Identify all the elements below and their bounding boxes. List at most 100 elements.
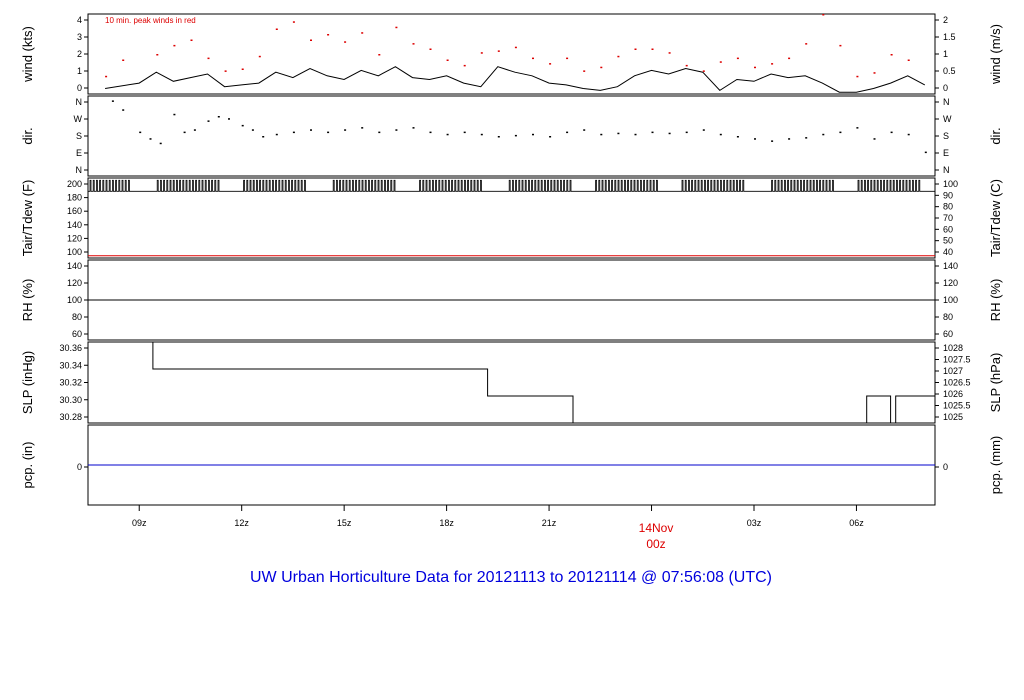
wind-annotation: 10 min. peak winds in red <box>105 16 196 25</box>
rh-left-tick-label: 140 <box>67 261 82 271</box>
slp-right-tick-label: 1026 <box>943 389 963 399</box>
temp-left-tick-label: 100 <box>67 247 82 257</box>
wind-series-0-line <box>105 66 926 93</box>
wind-panel: 0 1 2 3 4 0 0.5 1 1.5 2 wind (kts) wind (m/s) 10 min… <box>20 13 1003 95</box>
wind-series-1-point <box>856 75 859 78</box>
dir-series-0-point <box>241 124 244 127</box>
wind-series-1-point <box>566 57 569 60</box>
wind-right-axis-label: wind (m/s) <box>988 24 1003 85</box>
wind-frame <box>87 13 936 95</box>
dir-series-0-point <box>873 138 876 140</box>
rh-right-tick-label: 60 <box>943 329 953 339</box>
rh-right-tick-label: 80 <box>943 312 953 322</box>
dir-right-axis-label: dir. <box>988 127 1003 144</box>
wind-left-tick-label: 1 <box>77 66 82 76</box>
slp-frame <box>87 341 936 424</box>
temp-left-axis-label: Tair/Tdew (F) <box>20 180 35 257</box>
slp-right-tick-label: 1027.5 <box>943 355 971 365</box>
dir-series-0-point <box>463 131 466 134</box>
dir-series-0-point <box>805 137 808 139</box>
dir-right-tick-label: S <box>943 131 949 141</box>
dir-series-0-point <box>839 131 842 134</box>
wind-series-1-point <box>275 28 278 30</box>
dir-right-tick-label: W <box>943 114 952 124</box>
wind-series-1-point <box>754 66 756 69</box>
dir-left-tick-label: N <box>76 165 83 175</box>
slp-right-tick-label: 1025.5 <box>943 401 971 411</box>
rh-right-axis-label: RH (%) <box>988 279 1003 322</box>
slp-series-0-line <box>88 341 935 424</box>
wind-series-1-point <box>822 14 825 16</box>
dir-series-0-point <box>446 133 449 136</box>
wind-series-1-point <box>839 44 842 47</box>
wind-series-1-point <box>122 59 125 61</box>
x-tick-label: 21z <box>542 518 557 528</box>
wind-series-1-point <box>907 59 910 61</box>
slp-right-axis-label: SLP (hPa) <box>988 353 1003 413</box>
dir-series-0-point <box>890 131 893 134</box>
temp-right-tick-label: 50 <box>943 236 953 246</box>
wind-series-1-point <box>600 66 603 69</box>
wind-series-1-point <box>105 75 108 78</box>
x-tick-label: 03z <box>747 518 762 528</box>
wind-right-tick-label: 1 <box>943 49 948 59</box>
dir-left-tick-label: E <box>76 148 82 158</box>
x-tick-label: 06z <box>849 518 864 528</box>
dir-series-0-point <box>856 127 859 129</box>
dir-series-0-point <box>361 127 364 129</box>
wind-series-1-point <box>617 55 620 58</box>
dir-series-0-point <box>532 133 534 136</box>
dir-series-0-point <box>395 129 398 131</box>
dir-series-0-point <box>122 109 125 111</box>
dir-series-0-point <box>583 129 586 131</box>
pcp-panel: 0 0 pcp. (in) pcp. (mm) <box>20 424 1003 506</box>
pcp-right-axis-label: pcp. (mm) <box>988 436 1003 495</box>
slp-right-tick-label: 1027 <box>943 366 963 376</box>
wind-right-tick-label: 0.5 <box>943 66 956 76</box>
rh-panel: 60 80 100 120 140 60 80 100 120 140 RH (%) RH (%) <box>20 259 1003 341</box>
pcp-right-tick-label: 0 <box>943 462 948 472</box>
rh-left-axis-label: RH (%) <box>20 279 35 322</box>
wind-series-1-point <box>429 48 432 50</box>
dir-series-0-point <box>736 136 739 138</box>
wind-series-1-point <box>190 39 193 41</box>
pcp-left-tick-label: 0 <box>77 462 82 472</box>
slp-right-tick-label: 1026.5 <box>943 378 971 388</box>
wind-left-tick-label: 3 <box>77 32 82 42</box>
date-marker-hour: 00z <box>646 537 665 551</box>
wind-series-1-point <box>463 64 466 67</box>
wind-series-1-point <box>736 57 739 60</box>
dir-series-0-point <box>217 116 220 118</box>
temp-right-tick-label: 90 <box>943 190 953 200</box>
wind-series-1-point <box>583 70 586 72</box>
temp-left-tick-label: 120 <box>67 233 82 243</box>
dir-panel: NESWNNESWNdir. dir. <box>20 95 1003 177</box>
slp-panel: 30.2830.3030.3230.3430.3610251025.510261… <box>20 341 1003 424</box>
slp-right-tick-label: 1028 <box>943 343 963 353</box>
wind-left-tick-label: 4 <box>77 15 82 25</box>
dir-series-0-point <box>566 131 569 134</box>
temp-panel: 100120140160180200405060708090100Tair/Td… <box>20 177 1003 259</box>
slp-left-tick-label: 30.32 <box>59 378 82 388</box>
dir-left-tick-label: S <box>76 131 82 141</box>
slp-right-tick-label: 1025 <box>943 412 963 422</box>
rh-right-tick-label: 140 <box>943 261 958 271</box>
dir-series-0-point <box>822 133 825 136</box>
wind-series-1-point <box>446 59 449 61</box>
dir-series-0-point <box>907 133 910 136</box>
dir-series-0-point <box>183 131 186 134</box>
wind-series-1-point <box>497 50 500 52</box>
wind-right-tick-label: 1.5 <box>943 32 956 42</box>
wind-left-axis-label: wind (kts) <box>20 26 35 83</box>
dir-series-0-point <box>685 131 688 134</box>
date-marker-day: 14Nov <box>639 521 674 535</box>
temp-left-tick-label: 140 <box>67 220 82 230</box>
wind-series-1-point <box>310 39 312 41</box>
dir-series-0-point <box>344 129 347 131</box>
dir-series-0-point <box>251 129 254 131</box>
dir-series-0-point <box>149 138 152 140</box>
x-tick-label: 18z <box>439 518 454 528</box>
dir-series-0-point <box>412 127 415 129</box>
wind-series-1-point <box>771 63 774 65</box>
dir-series-0-point <box>788 138 791 140</box>
